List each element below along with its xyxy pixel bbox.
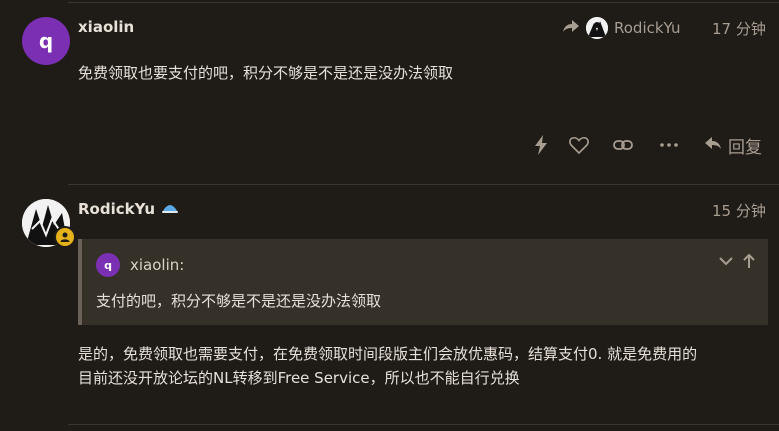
- flair-icon: [161, 200, 179, 218]
- username[interactable]: xiaolin: [78, 18, 134, 36]
- quote-block: q xiaolin: 支付的吧，积分不够是不是还是没办法领取: [78, 239, 768, 325]
- reply-label: 回复: [728, 137, 762, 158]
- more-icon[interactable]: [656, 132, 682, 158]
- user-badge-icon: [54, 226, 76, 248]
- quote-controls: [718, 253, 756, 273]
- avatar: q: [96, 253, 120, 277]
- post-divider: [68, 184, 779, 185]
- avatar: [586, 17, 608, 39]
- post-body-line-1: 是的，免费领取也需要支付，在免费领取时间段版主们会放优惠码，结算支付0. 就是免…: [78, 345, 698, 363]
- flash-icon[interactable]: [528, 132, 554, 158]
- post-actions: 回复: [528, 132, 762, 158]
- link-icon[interactable]: [610, 132, 636, 158]
- post-body: 免费领取也要支付的吧，积分不够是不是还是没办法领取: [78, 64, 454, 82]
- quote-username[interactable]: xiaolin:: [130, 256, 184, 274]
- chevron-down-icon[interactable]: [718, 253, 734, 273]
- top-divider: [68, 2, 779, 3]
- username-text: RodickYu: [78, 200, 156, 218]
- quote-header: q xiaolin:: [96, 253, 184, 277]
- avatar[interactable]: q: [22, 17, 70, 65]
- like-icon[interactable]: [566, 132, 592, 158]
- quote-text: 支付的吧，积分不够是不是还是没办法领取: [96, 292, 382, 310]
- post-timestamp[interactable]: 17 分钟: [712, 18, 766, 39]
- reply-icon: [704, 135, 722, 156]
- arrow-up-icon[interactable]: [742, 253, 756, 273]
- reply-to-username: RodickYu: [614, 19, 681, 37]
- post-body-line-2: 目前还没开放论坛的NL转移到Free Service，所以也不能自行兑换: [78, 369, 520, 387]
- reply-arrow-icon: [562, 18, 580, 38]
- username[interactable]: RodickYu: [78, 200, 179, 218]
- bottom-divider: [68, 424, 779, 425]
- reply-button[interactable]: 回复: [704, 133, 762, 158]
- reply-to-link[interactable]: RodickYu: [562, 17, 681, 39]
- post-timestamp[interactable]: 15 分钟: [712, 200, 766, 221]
